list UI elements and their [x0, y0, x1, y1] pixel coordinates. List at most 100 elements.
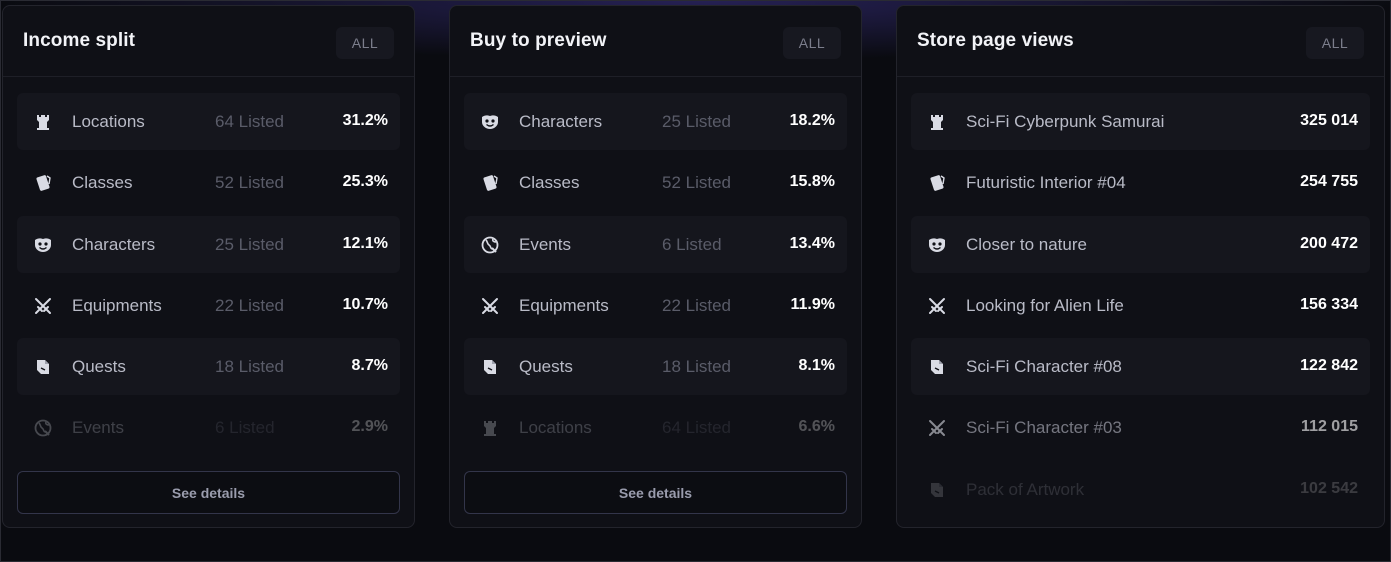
list-item[interactable]: Equipments 22 Listed 11.9%	[464, 277, 847, 334]
item-name: Pack of Artwork	[966, 479, 1085, 499]
item-listed-count: 18 Listed	[662, 357, 731, 377]
list-item[interactable]: Events 6 Listed 2.9%	[17, 399, 400, 456]
item-name: Futuristic Interior #04	[966, 173, 1126, 193]
scroll-icon	[927, 357, 947, 377]
card-header: Income split ALL	[3, 6, 414, 77]
item-name: Closer to nature	[966, 234, 1087, 254]
list-item[interactable]: Locations 64 Listed 31.2%	[17, 93, 400, 150]
income-split-card: Income split ALL Locations 64 Listed 31.…	[2, 5, 415, 528]
list-item[interactable]: Characters 25 Listed 12.1%	[17, 215, 400, 273]
see-details-button[interactable]: See details	[17, 471, 400, 514]
swords-icon	[480, 296, 500, 316]
card-title: Income split	[23, 30, 136, 51]
list-item[interactable]: Equipments 22 Listed 10.7%	[17, 277, 400, 334]
card-header: Buy to preview ALL	[450, 6, 861, 77]
list-item[interactable]: Events 6 Listed 13.4%	[464, 215, 847, 273]
item-percentage: 6.6%	[798, 418, 835, 436]
buy-to-preview-list: Characters 25 Listed 18.2% Classes 52 Li…	[464, 93, 847, 461]
scroll-icon	[927, 480, 947, 500]
see-details-button[interactable]: See details	[464, 471, 847, 514]
list-item[interactable]: Locations 64 Listed 6.6%	[464, 399, 847, 456]
scroll-icon	[33, 357, 53, 377]
item-percentage: 31.2%	[342, 112, 388, 129]
item-name: Classes	[519, 173, 580, 193]
item-percentage: 12.1%	[342, 234, 388, 252]
item-listed-count: 6 Listed	[662, 234, 722, 254]
card-icon	[33, 173, 53, 193]
item-view-count: 254 755	[1300, 173, 1358, 191]
list-item[interactable]: Sci-Fi Character #03 112 015	[911, 399, 1370, 456]
item-percentage: 11.9%	[790, 295, 835, 313]
swords-icon	[927, 296, 947, 316]
card-icon	[927, 173, 947, 193]
item-percentage: 2.9%	[351, 418, 388, 436]
list-item[interactable]: Quests 18 Listed 8.7%	[17, 338, 400, 396]
mask-icon	[927, 235, 947, 255]
list-item[interactable]: Quests 18 Listed 8.1%	[464, 338, 847, 396]
item-view-count: 102 542	[1300, 479, 1358, 497]
list-item[interactable]: Sci-Fi Cyberpunk Samurai 325 014	[911, 93, 1370, 150]
item-name: Characters	[72, 234, 156, 254]
list-item[interactable]: Pack of Artwork 102 542	[911, 461, 1370, 518]
list-item[interactable]: Looking for Alien Life 156 334	[911, 277, 1370, 334]
mask-icon	[33, 235, 53, 255]
item-name: Events	[519, 234, 571, 254]
item-listed-count: 18 Listed	[215, 357, 284, 377]
buy-to-preview-card: Buy to preview ALL Characters 25 Listed …	[449, 5, 862, 528]
card-header: Store page views ALL	[897, 6, 1384, 77]
card-title: Buy to preview	[470, 30, 607, 51]
item-percentage: 15.8%	[789, 173, 835, 191]
item-name: Sci-Fi Character #08	[966, 357, 1122, 377]
swords-icon	[927, 418, 947, 438]
item-name: Characters	[519, 112, 603, 131]
item-view-count: 200 472	[1300, 234, 1358, 252]
list-item[interactable]: Classes 52 Listed 15.8%	[464, 154, 847, 211]
item-listed-count: 52 Listed	[662, 173, 731, 193]
item-name: Equipments	[519, 295, 609, 315]
item-name: Looking for Alien Life	[966, 295, 1124, 315]
item-view-count: 156 334	[1300, 295, 1358, 313]
item-percentage: 18.2%	[789, 112, 835, 129]
item-name: Sci-Fi Cyberpunk Samurai	[966, 112, 1165, 131]
item-name: Equipments	[72, 295, 162, 315]
card-title: Store page views	[917, 30, 1074, 51]
list-item[interactable]: Closer to nature 200 472	[911, 215, 1370, 273]
item-name: Locations	[72, 112, 145, 131]
item-name: Classes	[72, 173, 133, 193]
list-item[interactable]: Characters 25 Listed 18.2%	[464, 93, 847, 150]
item-listed-count: 64 Listed	[215, 112, 284, 131]
item-percentage: 25.3%	[342, 173, 388, 191]
item-listed-count: 64 Listed	[662, 418, 731, 438]
income-split-list: Locations 64 Listed 31.2% Classes 52 Lis…	[17, 93, 400, 461]
list-item[interactable]: Sci-Fi Character #08 122 842	[911, 338, 1370, 396]
store-page-views-list: Sci-Fi Cyberpunk Samurai 325 014 Futuris…	[911, 93, 1370, 522]
item-listed-count: 22 Listed	[662, 295, 731, 315]
item-percentage: 13.4%	[789, 234, 835, 252]
list-item[interactable]: Futuristic Interior #04 254 755	[911, 154, 1370, 211]
item-listed-count: 6 Listed	[215, 418, 275, 438]
item-percentage: 8.7%	[351, 357, 388, 375]
item-view-count: 122 842	[1300, 357, 1358, 375]
scroll-icon	[480, 357, 500, 377]
item-name: Events	[72, 418, 124, 438]
list-item[interactable]: Classes 52 Listed 25.3%	[17, 154, 400, 211]
globe-icon	[33, 418, 53, 438]
globe-icon	[480, 235, 500, 255]
tower-icon	[33, 112, 53, 132]
tower-icon	[927, 112, 947, 132]
store-page-views-card: Store page views ALL Sci-Fi Cyberpunk Sa…	[896, 5, 1385, 528]
filter-all-button[interactable]: ALL	[1306, 27, 1364, 59]
filter-all-button[interactable]: ALL	[783, 27, 841, 59]
mask-icon	[480, 112, 500, 132]
item-listed-count: 25 Listed	[215, 234, 284, 254]
item-listed-count: 22 Listed	[215, 295, 284, 315]
swords-icon	[33, 296, 53, 316]
filter-all-button[interactable]: ALL	[336, 27, 394, 59]
item-listed-count: 25 Listed	[662, 112, 731, 131]
tower-icon	[480, 418, 500, 438]
item-name: Quests	[72, 357, 126, 377]
item-percentage: 8.1%	[798, 357, 835, 375]
card-icon	[480, 173, 500, 193]
item-view-count: 112 015	[1301, 418, 1358, 436]
item-listed-count: 52 Listed	[215, 173, 284, 193]
